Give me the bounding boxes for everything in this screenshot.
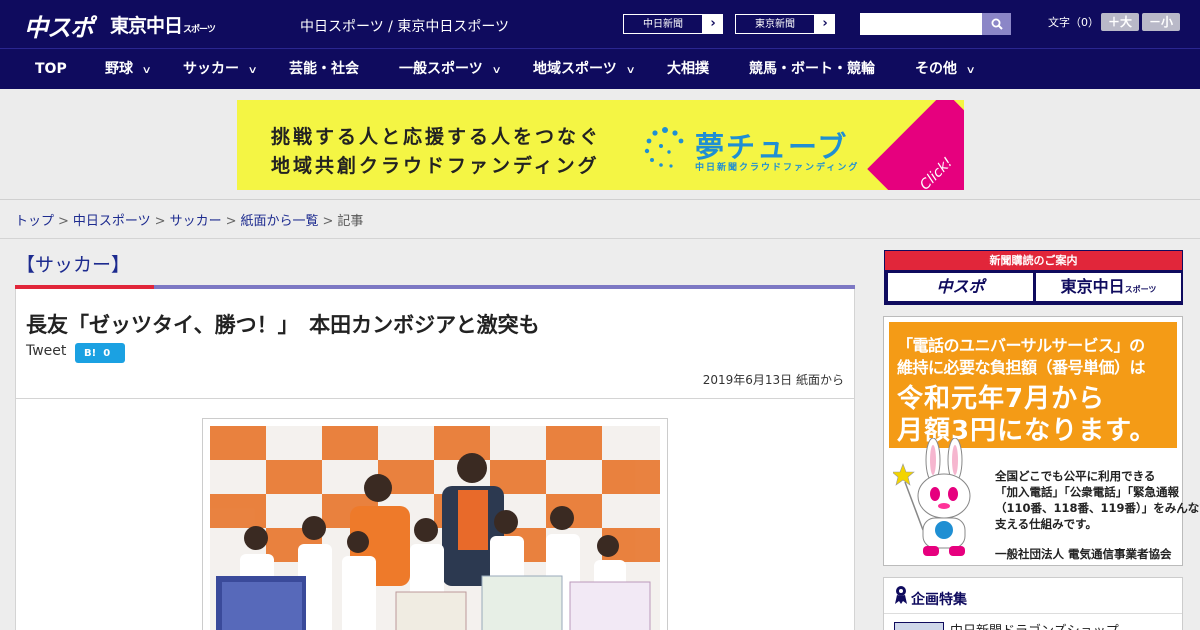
nav-entertainment[interactable]: 芸能・社会 [289,49,359,90]
ad-body: 全国どこでも公平に利用できる 「加入電話」「公衆電話」「緊急通報 （110番、1… [995,468,1200,532]
feature-item-link[interactable]: 中日新聞ドラゴンズショップ [950,620,1119,630]
nav-baseball[interactable]: 野球 ∨ [105,49,152,90]
breadcrumb-separator: > [154,214,166,229]
nav-racing[interactable]: 競馬・ボート・競輪 [749,49,875,90]
ad-inner: 「電話のユニバーサルサービス」の 維持に必要な負担額（番号単価）は 令和元年7月… [889,322,1200,561]
article-headline: 長友「ゼッツタイ、勝つ！」 本田カンボジアと激突も [26,313,540,337]
ad-line1: 「電話のユニバーサルサービス」の [897,336,1145,355]
ad-body-line3: （110番、118番、119番）」をみんなで [995,501,1200,515]
breadcrumb-separator: > [225,214,237,229]
chevron-down-icon: ∨ [625,65,636,76]
nav-label: 芸能・社会 [289,61,359,77]
chevron-down-icon: ∨ [965,65,976,76]
breadcrumb-current: 記事 [337,214,364,229]
site-title[interactable]: 中日スポーツ / 東京中日スポーツ [300,16,509,36]
chuspo-logo[interactable]: 中スポ [24,8,94,43]
breadcrumb-top[interactable]: トップ [15,214,54,229]
tokyo-shimbun-link[interactable]: 東京新聞 › [734,13,836,35]
search-button[interactable] [982,13,1011,35]
tokyo-logo-small: スポーツ [183,25,216,35]
feature-title: 企画特集 [911,592,967,608]
subscription-title: 新聞購読のご案内 [885,251,1182,270]
nav-top[interactable]: TOP [35,49,67,90]
ad-headline-block: 「電話のユニバーサルサービス」の 維持に必要な負担額（番号単価）は 令和元年7月… [889,322,1177,448]
font-smaller-button[interactable]: －小 [1142,13,1180,31]
breadcrumb-divider [0,238,1200,239]
breadcrumb-soccer[interactable]: サッカー [170,214,222,229]
article-photo[interactable] [210,426,660,630]
nav-sumo[interactable]: 大相撲 [667,49,709,90]
banner-line2: 地域共創クラウドファンディング [271,155,600,177]
universal-service-ad[interactable]: 「電話のユニバーサルサービス」の 維持に必要な負担額（番号単価）は 令和元年7月… [883,316,1200,566]
feature-box: 企画特集 中日新聞ドラゴンズショップ [883,577,1183,630]
dots-logo-icon [644,127,684,168]
ad-body-line2: 「加入電話」「公衆電話」「緊急通報 [995,485,1179,499]
breadcrumb-separator: > [322,214,334,229]
banner-area: 挑戦する人と応援する人をつなぐ 地域共創クラウドファンディング 夢チューブ 中日… [0,89,1200,200]
subscribe-tokyo-small: スポーツ [1124,285,1157,294]
hatena-bookmark-button[interactable]: B! 0 [75,343,125,363]
ad-organization: 一般社団法人 電気通信事業者協会 [995,547,1172,561]
feature-thumbnail[interactable] [894,622,944,630]
font-size-label: 文字（0） [1048,16,1099,29]
medal-icon [895,586,907,604]
chevron-down-icon: ∨ [491,65,502,76]
tokyo-chunichi-logo[interactable]: 東京中日スポーツ [110,11,216,38]
subscribe-chuspo-logo[interactable]: 中スポ [888,273,1033,301]
article-panel: 長友「ゼッツタイ、勝つ！」 本田カンボジアと激突も Tweet B! 0 2019… [15,289,855,630]
breadcrumb-separator: > [58,214,69,229]
photo-illustration [210,426,660,630]
breadcrumb-paper-list[interactable]: 紙面から一覧 [241,214,319,229]
ad-line2: 維持に必要な負担額（番号単価）は [897,358,1146,377]
subscribe-tokyo-logo[interactable]: 東京中日スポーツ [1036,273,1181,301]
hatena-label: B! [84,348,97,359]
article-category: 【サッカー】 [16,254,131,276]
rabbit-mascot-icon [893,438,971,556]
nav-other[interactable]: その他 ∨ [915,49,976,90]
banner-line1: 挑戦する人と応援する人をつなぐ [271,126,602,148]
search-input[interactable] [860,13,982,35]
chevron-right-icon: › [710,16,716,31]
font-larger-button[interactable]: ＋大 [1101,13,1139,31]
chevron-right-icon: › [822,16,828,31]
paper-link-label: 中日新聞 [623,14,703,34]
nav-local-sports[interactable]: 地域スポーツ ∨ [533,49,636,90]
feature-header: 企画特集 [884,578,1182,614]
nav-label: サッカー [183,61,239,77]
crowdfunding-banner[interactable]: 挑戦する人と応援する人をつなぐ 地域共創クラウドファンディング 夢チューブ 中日… [237,100,964,190]
subscribe-tokyo-text: 東京中日 [1060,277,1125,296]
chunichi-shimbun-link[interactable]: 中日新聞 › [622,13,724,35]
nav-general-sports[interactable]: 一般スポーツ ∨ [399,49,502,90]
nav-label: 大相撲 [667,61,709,77]
breadcrumb-chunichi-sports[interactable]: 中日スポーツ [73,214,151,229]
subscription-box[interactable]: 新聞購読のご案内 中スポ 東京中日スポーツ [884,250,1183,305]
paper-link-label: 東京新聞 [735,14,815,34]
article-date: 2019年6月13日 紙面から [702,373,844,387]
article-photo-frame [202,418,668,630]
tweet-button[interactable]: Tweet [26,343,66,359]
nav-label: 競馬・ボート・競輪 [749,61,875,77]
nav-label: 野球 [105,61,133,77]
chevron-down-icon: ∨ [141,65,152,76]
site-header: 中スポ 東京中日スポーツ 中日スポーツ / 東京中日スポーツ 中日新聞 › 東京… [0,0,1200,48]
banner-brand-sub: 中日新聞クラウドファンディング [695,163,860,173]
tokyo-logo-text: 東京中日 [110,15,183,37]
breadcrumb: トップ > 中日スポーツ > サッカー > 紙面から一覧 > 記事 [15,210,363,229]
nav-label: 一般スポーツ [399,61,483,77]
article-divider [16,398,854,399]
ad-body-line4: 支える仕組みです。 [995,517,1098,531]
nav-label: 地域スポーツ [533,61,617,77]
click-corner [867,100,964,190]
main-nav: TOP 野球 ∨ サッカー ∨ 芸能・社会 一般スポーツ ∨ 地域スポーツ ∨ 大相撲 … [0,48,1200,89]
ad-body-line1: 全国どこでも公平に利用できる [995,469,1156,483]
nav-label: その他 [915,61,957,77]
chevron-down-icon: ∨ [247,65,258,76]
nav-soccer[interactable]: サッカー ∨ [183,49,258,90]
nav-label: TOP [35,61,67,77]
hatena-count: 0 [103,348,111,359]
search-icon [991,18,1003,30]
